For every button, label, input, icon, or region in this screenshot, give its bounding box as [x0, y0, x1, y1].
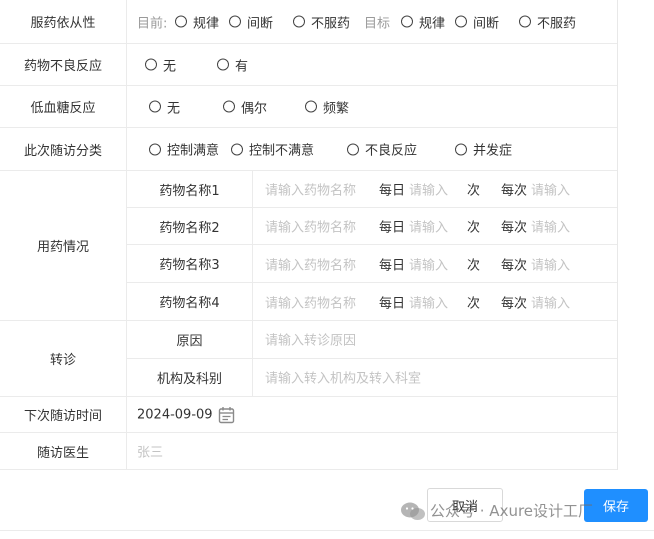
daily-label: 每日 — [379, 296, 406, 311]
drug-name-input[interactable]: 请输入药物名称 — [265, 292, 356, 311]
each-label: 每次 — [501, 220, 528, 236]
target-radio-none[interactable]: 不服药 — [519, 12, 576, 31]
daily-label: 每日 — [379, 220, 406, 236]
daily-input[interactable]: 请输入 — [409, 292, 448, 311]
drug-name-input[interactable]: 请输入药物名称 — [265, 217, 356, 236]
adverse-radio-none[interactable]: 无 — [145, 55, 176, 74]
watermark: 公众号 · Axure设计工厂 — [400, 500, 593, 521]
calendar-icon[interactable] — [218, 406, 235, 424]
adverse-reaction-label: 药物不良反应 — [0, 44, 127, 85]
drug-row-4: 药物名称4 请输入药物名称 每日 请输入 次 每次 请输入 — [127, 283, 617, 320]
referral-org-input[interactable]: 请输入转入机构及转入科室 — [265, 368, 421, 387]
adherence-row: 服药依从性 目前: 规律 间断 不服药 目标 规律 间断 不服药 — [0, 0, 617, 44]
radio-circle-icon — [149, 143, 161, 155]
followup-form: 服药依从性 目前: 规律 间断 不服药 目标 规律 间断 不服药 药物不良反应 … — [0, 0, 618, 470]
drug-name-label: 药物名称4 — [127, 283, 253, 320]
radio-circle-icon — [293, 15, 305, 28]
referral-org-row: 机构及科别 请输入转入机构及转入科室 — [127, 358, 617, 396]
drug-name-input[interactable]: 请输入药物名称 — [265, 254, 356, 273]
next-visit-date: 2024-09-09 — [137, 407, 213, 422]
drug-row-2: 药物名称2 请输入药物名称 每日 请输入 次 每次 请输入 — [127, 208, 617, 245]
radio-circle-icon — [519, 15, 531, 28]
drug-name-label: 药物名称2 — [127, 208, 253, 244]
medication-row: 用药情况 药物名称1 请输入药物名称 每日 请输入 次 每次 请输入 药物名称2… — [0, 171, 617, 321]
each-input[interactable]: 请输入 — [531, 180, 570, 199]
drug-name-input[interactable]: 请输入药物名称 — [265, 180, 356, 199]
each-label: 每次 — [501, 258, 528, 273]
referral-reason-label: 原因 — [127, 321, 253, 358]
target-label: 目标 — [364, 16, 391, 31]
each-input[interactable]: 请输入 — [531, 217, 570, 236]
current-radio-intermittent[interactable]: 间断 — [229, 12, 273, 31]
current-radio-none[interactable]: 不服药 — [293, 12, 350, 31]
each-label: 每次 — [501, 183, 528, 199]
next-visit-date-picker[interactable]: 2024-09-09 — [127, 397, 617, 432]
class-radio-adverse[interactable]: 不良反应 — [347, 140, 417, 159]
referral-label: 转诊 — [0, 321, 127, 396]
daily-input[interactable]: 请输入 — [409, 180, 448, 199]
daily-input[interactable]: 请输入 — [409, 217, 448, 236]
referral-reason-input[interactable]: 请输入转诊原因 — [265, 330, 356, 349]
radio-circle-icon — [145, 58, 157, 71]
next-visit-label: 下次随访时间 — [0, 397, 127, 432]
doctor-input[interactable]: 张三 — [137, 442, 163, 461]
daily-label: 每日 — [379, 258, 406, 273]
times-label: 次 — [467, 258, 481, 273]
hypo-radio-frequent[interactable]: 频繁 — [305, 97, 349, 116]
radio-circle-icon — [455, 15, 467, 28]
radio-circle-icon — [305, 100, 317, 113]
radio-circle-icon — [217, 58, 229, 71]
radio-circle-icon — [149, 100, 161, 113]
radio-circle-icon — [229, 15, 241, 28]
times-label: 次 — [467, 296, 481, 311]
class-radio-unsatisfied[interactable]: 控制不满意 — [231, 140, 314, 159]
hypo-radio-occasional[interactable]: 偶尔 — [223, 97, 267, 116]
radio-circle-icon — [401, 15, 413, 28]
class-radio-complication[interactable]: 并发症 — [455, 140, 512, 159]
followup-class-label: 此次随访分类 — [0, 128, 127, 170]
adherence-label: 服药依从性 — [0, 0, 127, 43]
drug-name-label: 药物名称3 — [127, 245, 253, 282]
wechat-logo-icon — [401, 502, 425, 520]
target-radio-intermittent[interactable]: 间断 — [455, 12, 499, 31]
current-label: 目前: — [137, 16, 168, 31]
radio-circle-icon — [455, 143, 467, 155]
each-label: 每次 — [501, 296, 528, 311]
daily-label: 每日 — [379, 183, 406, 199]
doctor-row: 随访医生 张三 — [0, 433, 617, 470]
hypo-radio-none[interactable]: 无 — [149, 97, 180, 116]
daily-input[interactable]: 请输入 — [409, 254, 448, 273]
radio-circle-icon — [231, 143, 243, 155]
target-radio-regular[interactable]: 规律 — [401, 12, 445, 31]
referral-row: 转诊 原因 请输入转诊原因 机构及科别 请输入转入机构及转入科室 — [0, 321, 617, 397]
next-visit-row: 下次随访时间 2024-09-09 — [0, 397, 617, 433]
hypoglycemia-label: 低血糖反应 — [0, 86, 127, 127]
current-radio-regular[interactable]: 规律 — [175, 12, 219, 31]
radio-circle-icon — [347, 143, 359, 155]
footer-divider — [0, 530, 654, 531]
radio-circle-icon — [223, 100, 235, 113]
times-label: 次 — [467, 220, 481, 236]
radio-circle-icon — [175, 15, 187, 28]
drug-row-1: 药物名称1 请输入药物名称 每日 请输入 次 每次 请输入 — [127, 171, 617, 208]
adverse-radio-yes[interactable]: 有 — [217, 55, 248, 74]
save-button[interactable]: 保存 — [584, 489, 648, 522]
times-label: 次 — [467, 183, 481, 199]
drug-name-label: 药物名称1 — [127, 171, 253, 207]
hypoglycemia-row: 低血糖反应 无 偶尔 频繁 — [0, 86, 617, 128]
doctor-label: 随访医生 — [0, 433, 127, 469]
each-input[interactable]: 请输入 — [531, 254, 570, 273]
watermark-text: 公众号 · Axure设计工厂 — [430, 502, 594, 520]
referral-org-label: 机构及科别 — [127, 358, 253, 396]
medication-label: 用药情况 — [0, 171, 127, 320]
class-radio-satisfied[interactable]: 控制满意 — [149, 140, 219, 159]
drug-row-3: 药物名称3 请输入药物名称 每日 请输入 次 每次 请输入 — [127, 245, 617, 283]
each-input[interactable]: 请输入 — [531, 292, 570, 311]
adverse-reaction-row: 药物不良反应 无 有 — [0, 44, 617, 86]
referral-reason-row: 原因 请输入转诊原因 — [127, 321, 617, 359]
followup-class-row: 此次随访分类 控制满意 控制不满意 不良反应 并发症 — [0, 128, 617, 171]
